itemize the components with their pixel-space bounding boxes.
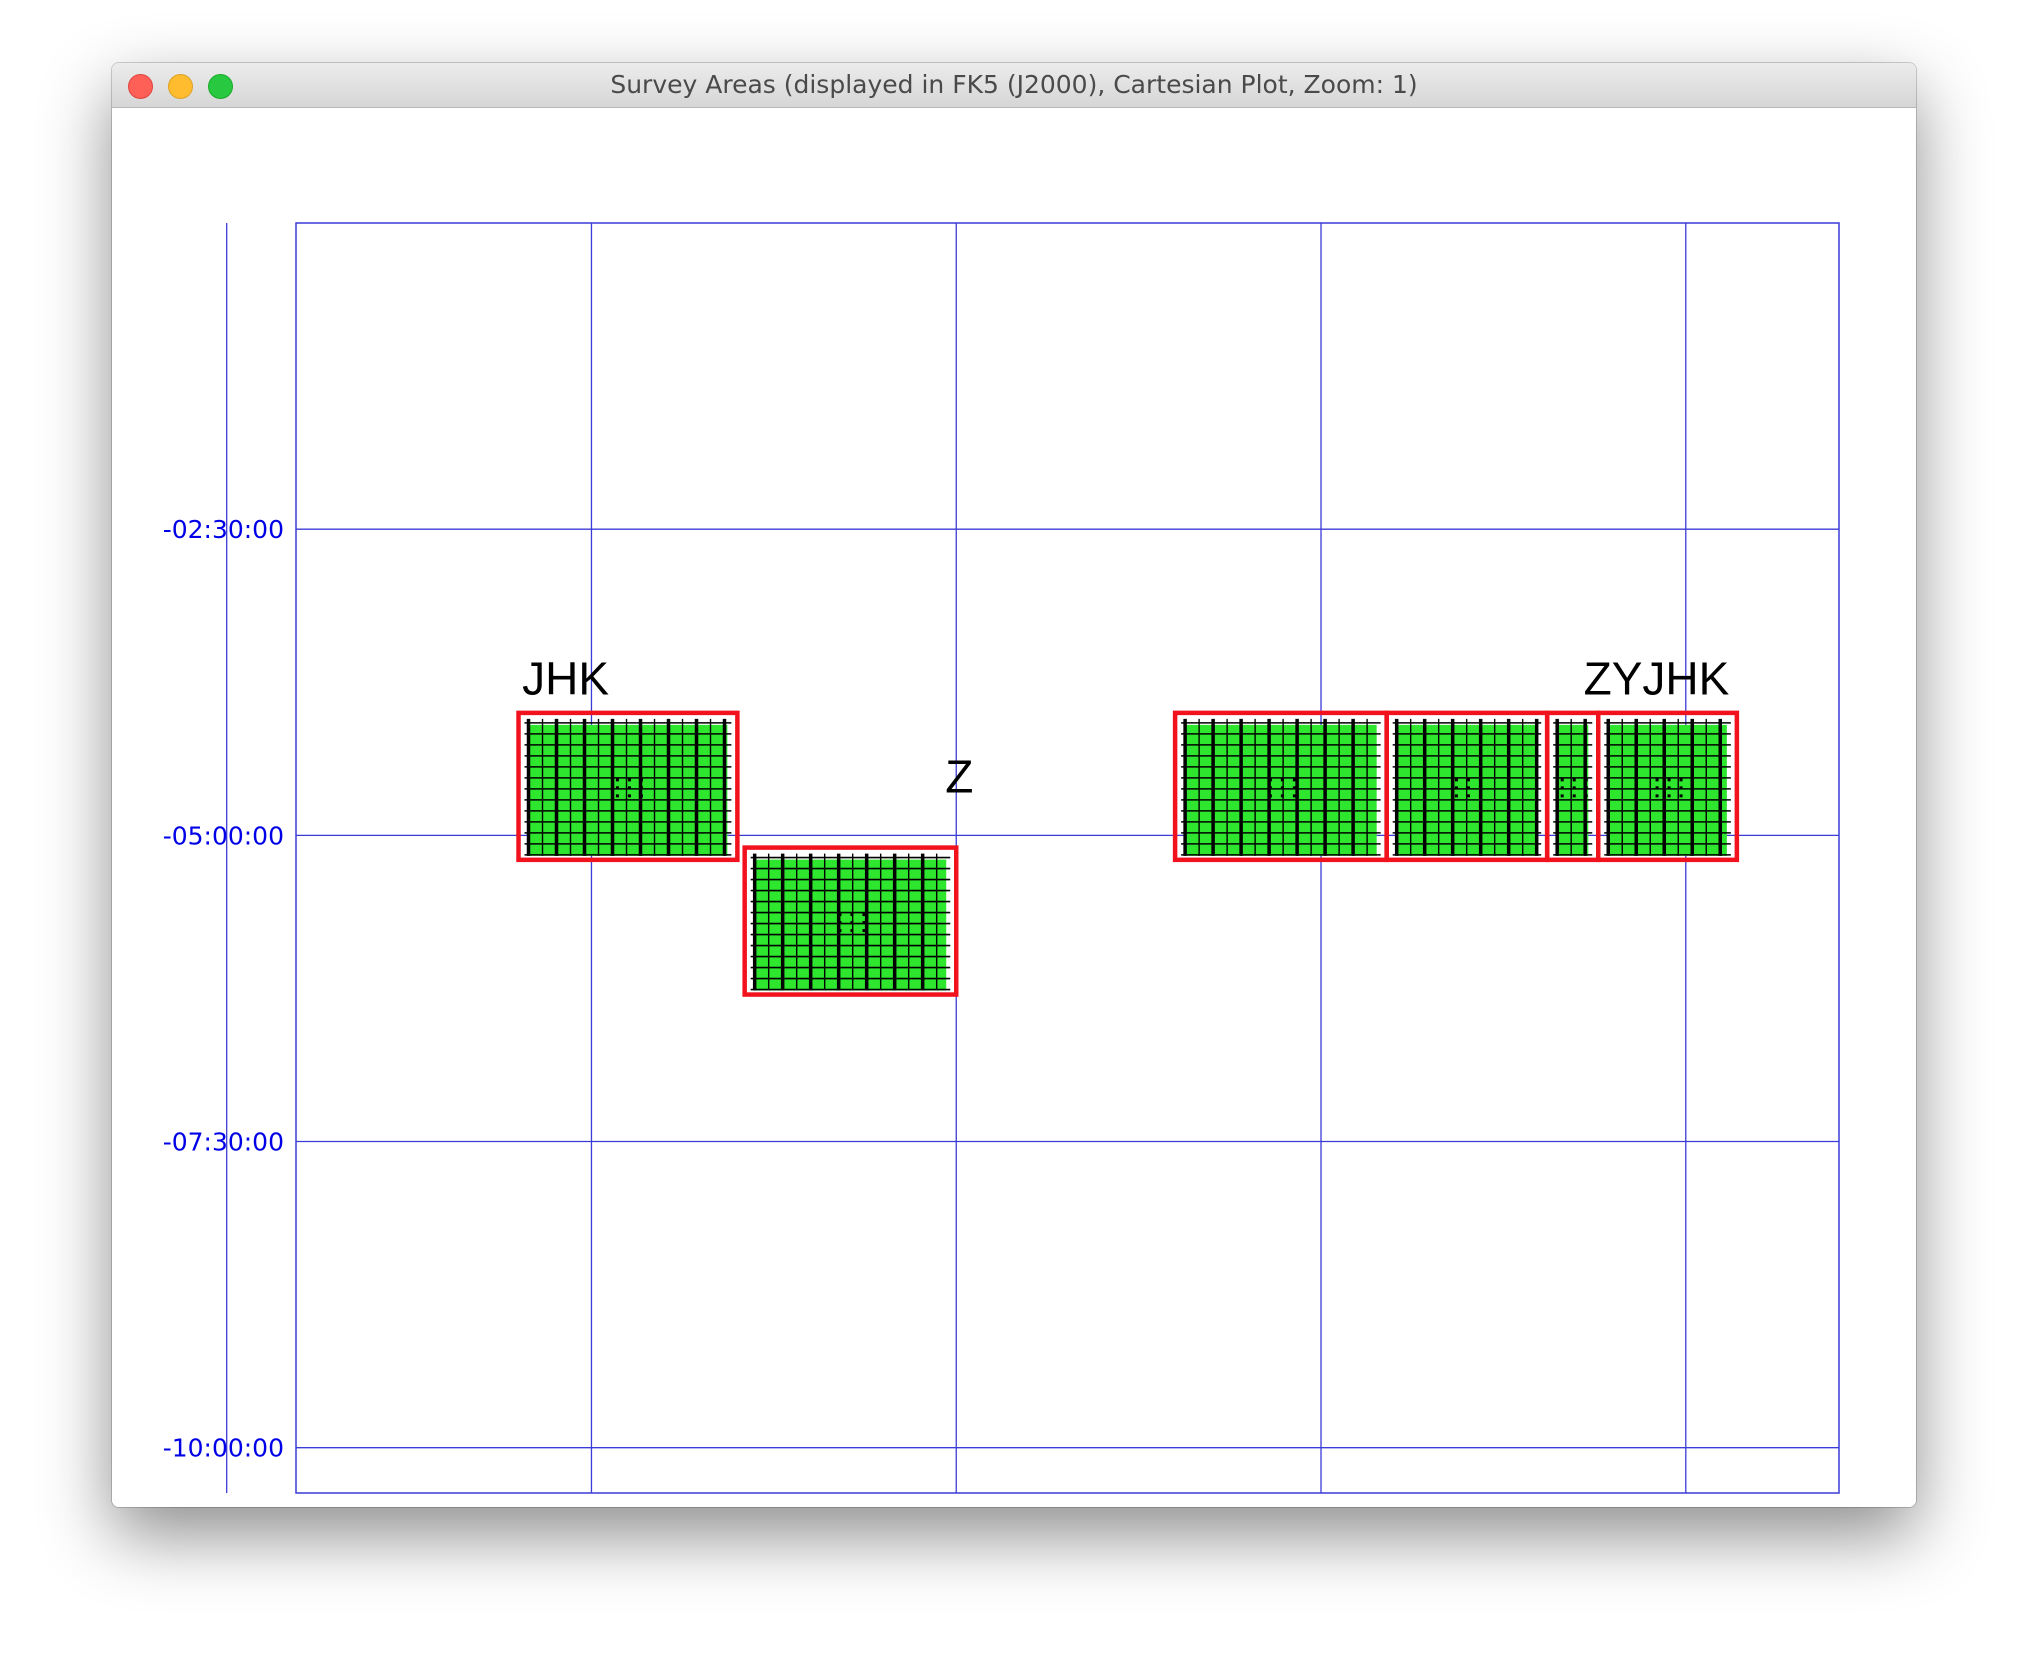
tile-dot: [1292, 778, 1296, 782]
tile-dot: [1268, 778, 1272, 782]
tile-dot: [639, 778, 643, 782]
tile-dot: [1280, 786, 1284, 790]
y-tick-label: -10:00:00: [163, 1434, 284, 1463]
app-window: Survey Areas (displayed in FK5 (J2000), …: [112, 63, 1916, 1507]
tile-dot: [1655, 794, 1659, 798]
tile-dot: [1655, 778, 1659, 782]
window-title: Survey Areas (displayed in FK5 (J2000), …: [610, 70, 1418, 99]
filter-annotation: JHK: [522, 653, 609, 705]
tile-dot: [1466, 778, 1470, 782]
tile-dot: [1292, 794, 1296, 798]
filter-annotation: Z: [945, 750, 973, 802]
tile-dot: [850, 921, 854, 925]
tile-dot: [862, 929, 866, 933]
tile-dot: [1292, 786, 1296, 790]
tile-dot: [1572, 786, 1576, 790]
tile-dot: [1280, 778, 1284, 782]
tile-dot: [862, 921, 866, 925]
tile-dot: [1584, 786, 1588, 790]
tile-dot: [1478, 794, 1482, 798]
tile-dot: [1466, 786, 1470, 790]
tile-dot: [850, 913, 854, 917]
plot-area[interactable]: 02:40:00 02:30:00 02:20:00 02:10:00 02:00:00…: [112, 108, 1916, 1507]
tile-dot: [1268, 794, 1272, 798]
tile-dot: [1679, 794, 1683, 798]
tile-dot: [850, 929, 854, 933]
filter-annotation: ZYJHK: [1584, 653, 1730, 705]
tile-dot: [838, 921, 842, 925]
tile-dot: [1667, 786, 1671, 790]
tile-dot: [627, 778, 631, 782]
tile-dot: [1454, 786, 1458, 790]
tile-dot: [1667, 794, 1671, 798]
tile-dot: [639, 786, 643, 790]
tile-dot: [1655, 786, 1659, 790]
x-tick-label: 02:10:00: [1265, 1504, 1377, 1507]
tile-dot: [1454, 794, 1458, 798]
y-tick-label: -02:30:00: [163, 515, 284, 544]
y-tick-label: -05:00:00: [163, 821, 284, 850]
tile-dot: [838, 913, 842, 917]
x-tick-label: 02:20:00: [900, 1504, 1012, 1507]
tile-dot: [1560, 794, 1564, 798]
tile-dot: [1679, 778, 1683, 782]
tile-dot: [1584, 794, 1588, 798]
x-tick-label: 02:40:00: [171, 1504, 283, 1507]
tile-dot: [639, 794, 643, 798]
tile-dot: [627, 786, 631, 790]
tile-dot: [862, 913, 866, 917]
tile-dot: [615, 786, 619, 790]
tile-dot: [627, 794, 631, 798]
tile-dot: [1667, 778, 1671, 782]
tile-dot: [1572, 778, 1576, 782]
tile-dot: [1560, 786, 1564, 790]
x-tick-label: 02:30:00: [535, 1504, 647, 1507]
tile-dot: [1454, 778, 1458, 782]
tile-dot: [615, 778, 619, 782]
x-tick-label: 02:00:00: [1630, 1504, 1742, 1507]
tile-dot: [1572, 794, 1576, 798]
tile-dot: [1478, 778, 1482, 782]
tile-dot: [615, 794, 619, 798]
tile-dot: [1560, 778, 1564, 782]
y-tick-label: -07:30:00: [163, 1128, 284, 1157]
tile-dot: [1679, 786, 1683, 790]
survey-area-plot[interactable]: 02:40:00 02:30:00 02:20:00 02:10:00 02:00:00…: [112, 108, 1916, 1507]
tile-dot: [1478, 786, 1482, 790]
tile-dot: [838, 929, 842, 933]
title-bar[interactable]: Survey Areas (displayed in FK5 (J2000), …: [112, 63, 1916, 108]
tile-dot: [1280, 794, 1284, 798]
tile-dot: [1466, 794, 1470, 798]
tile-dot: [1584, 778, 1588, 782]
tile-dot: [1268, 786, 1272, 790]
